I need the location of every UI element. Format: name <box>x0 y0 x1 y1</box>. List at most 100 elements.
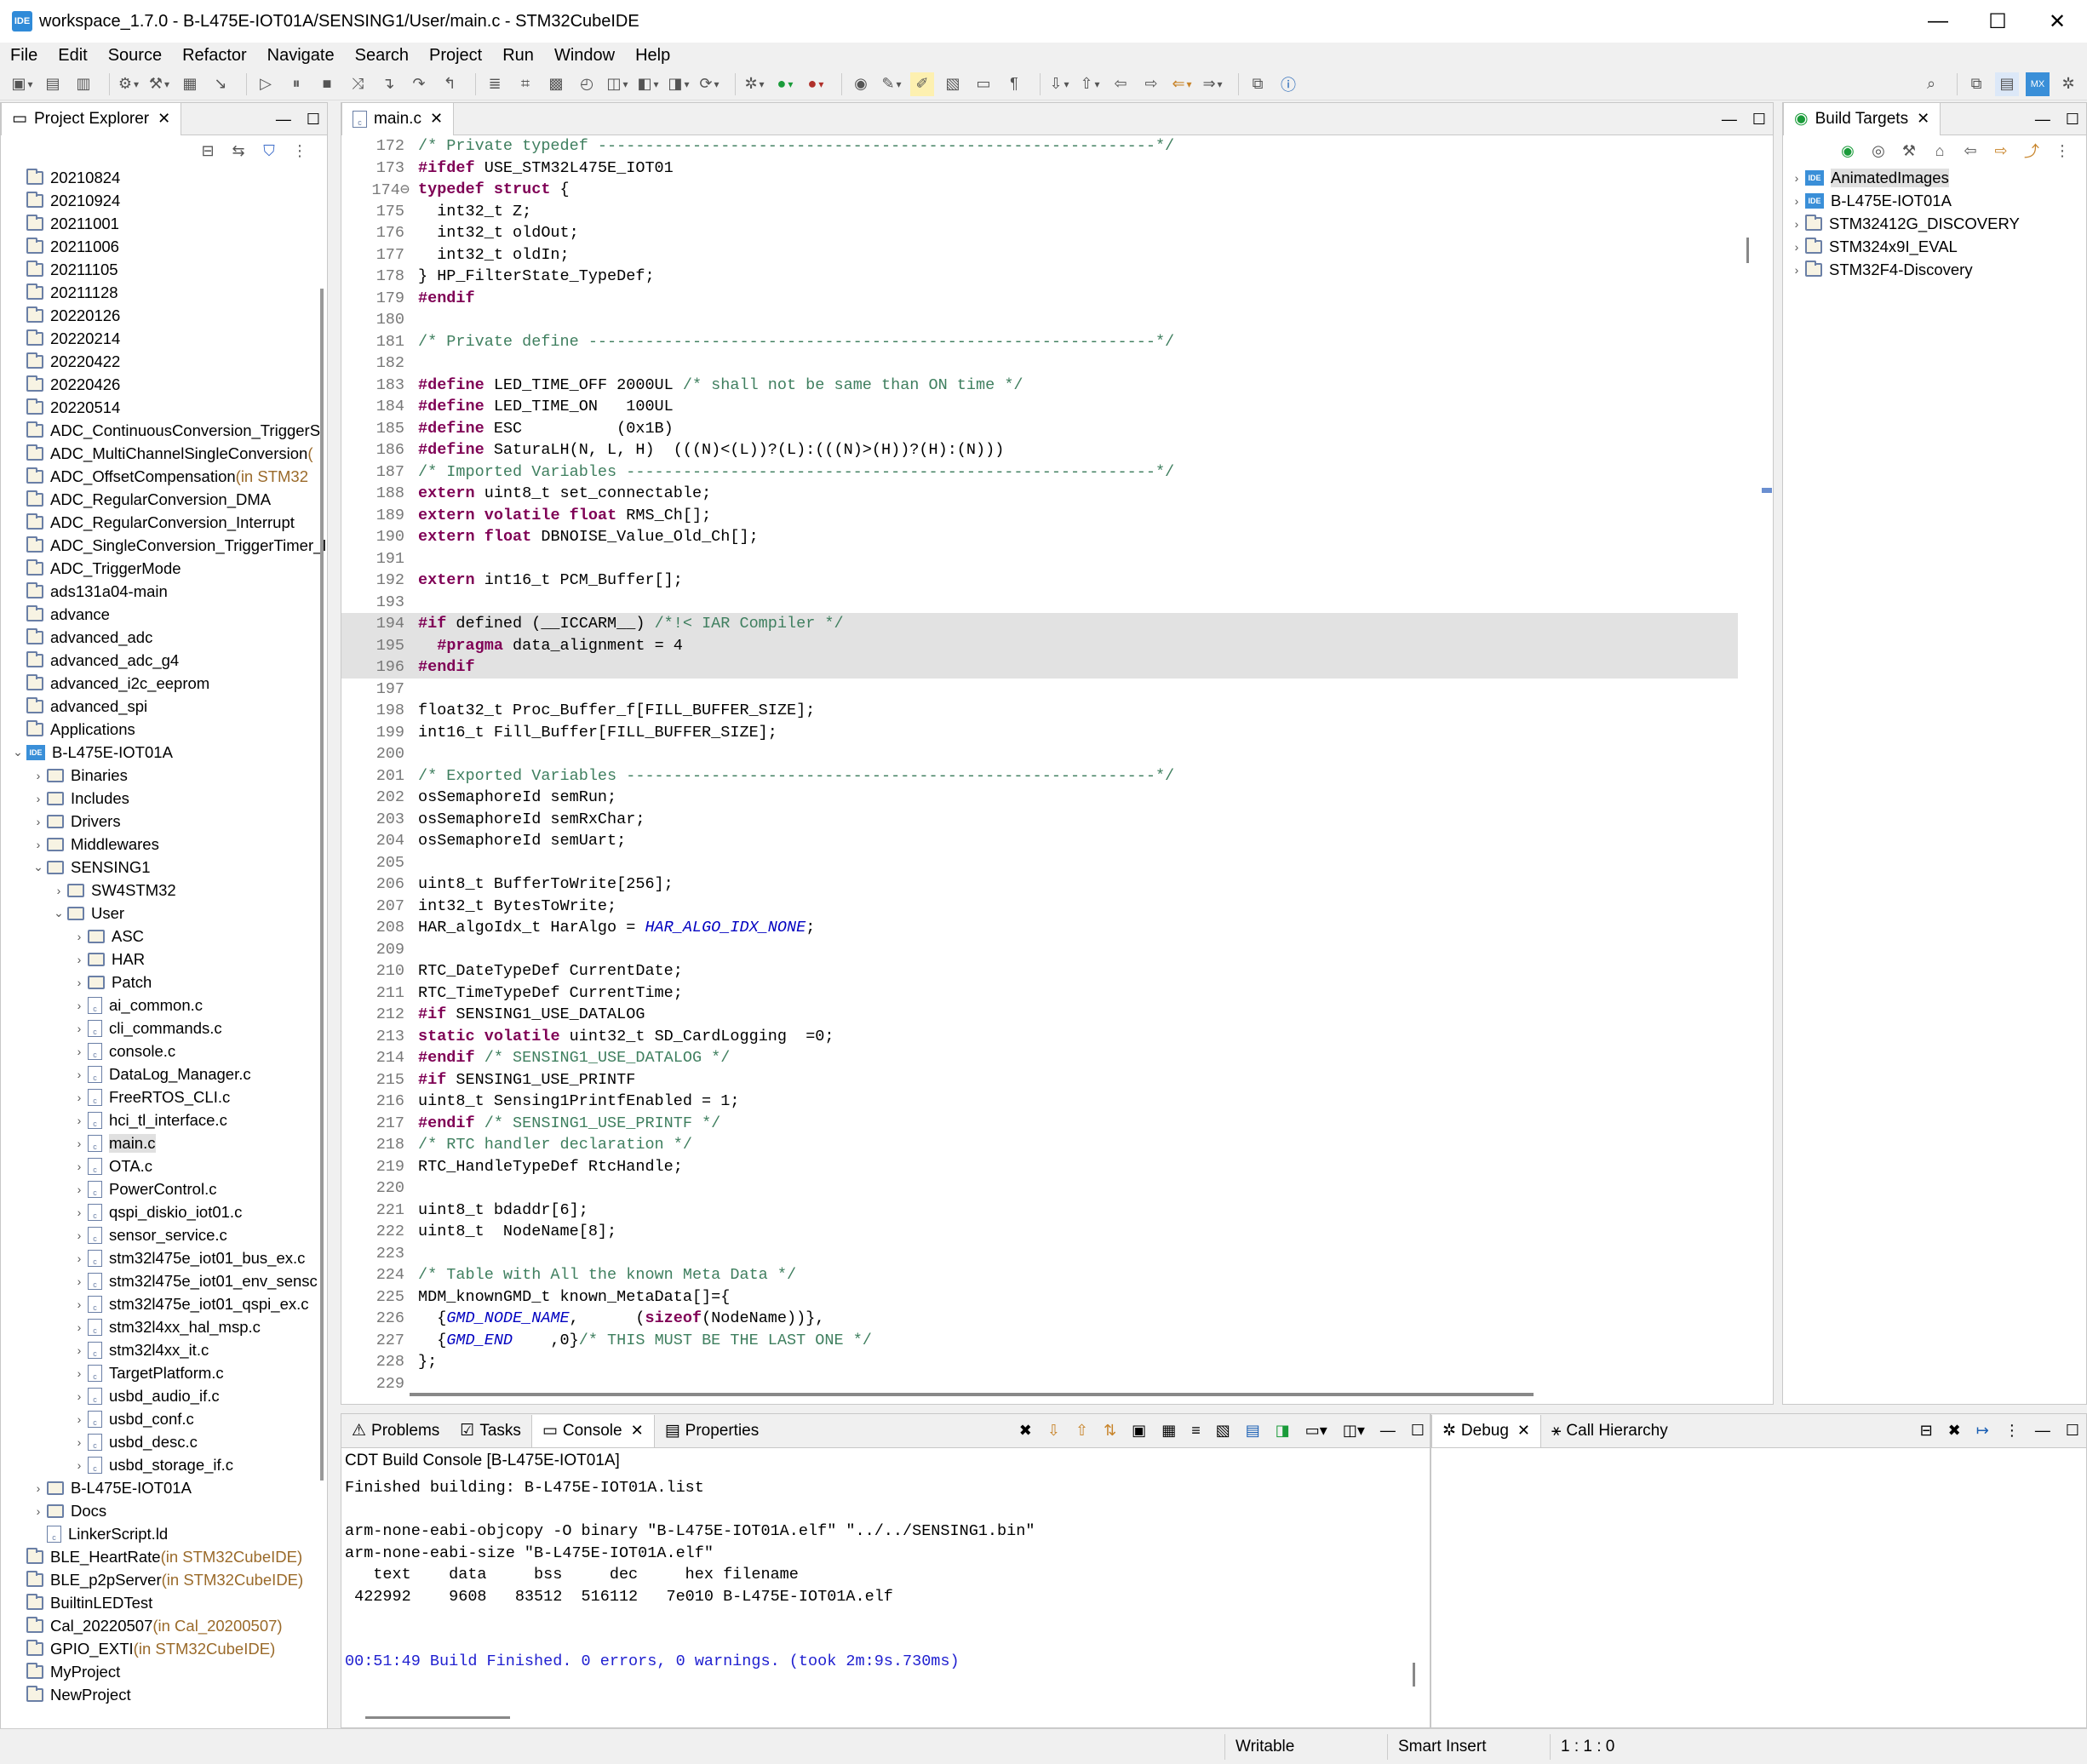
tree-item[interactable]: c LinkerScript.ld <box>9 1522 327 1545</box>
tree-item[interactable]: › c stm32l475e_iot01_bus_ex.c <box>9 1246 327 1269</box>
tab-problems[interactable]: ⚠ Problems <box>341 1415 450 1447</box>
tree-item[interactable]: BLE_HeartRate (in STM32CubeIDE) <box>9 1545 327 1568</box>
back-icon[interactable]: ⇐ <box>1170 72 1194 96</box>
run-icon[interactable]: ● <box>773 72 797 96</box>
tree-item[interactable]: 20220514 <box>9 396 327 419</box>
tree-item[interactable]: BuiltinLEDTest <box>9 1591 327 1614</box>
highlight-icon[interactable]: ✐ <box>910 72 934 96</box>
tree-item[interactable]: 20211105 <box>9 258 327 281</box>
tree-item[interactable]: › Patch <box>9 971 327 994</box>
perspective-debug-icon[interactable]: ✲ <box>2056 72 2080 96</box>
open-perspective-icon[interactable]: ⧉ <box>1246 72 1270 96</box>
tree-item[interactable]: › c cli_commands.c <box>9 1017 327 1040</box>
console-hscrollbar[interactable] <box>365 1716 510 1719</box>
expand-toggle-icon[interactable]: › <box>71 1068 88 1081</box>
tree-item[interactable]: › Includes <box>9 787 327 810</box>
code-line[interactable]: 208 HAR_algoIdx_t HarAlgo = HAR_ALGO_IDX_… <box>341 917 1738 939</box>
code-line[interactable]: 222 uint8_t NodeName[8]; <box>341 1221 1738 1243</box>
tree-item[interactable]: › c usbd_desc.c <box>9 1430 327 1453</box>
code-line[interactable]: 194 #if defined (__ICCARM__) /*!< IAR Com… <box>341 613 1738 635</box>
display-console-icon[interactable]: ▭▾ <box>1305 1422 1327 1440</box>
tree-item[interactable]: › c hci_tl_interface.c <box>9 1108 327 1131</box>
chip-icon[interactable]: ⌗ <box>513 72 537 96</box>
tab-debug[interactable]: ✲ Debug ✕ <box>1431 1414 1542 1447</box>
tree-item[interactable]: › c sensor_service.c <box>9 1223 327 1246</box>
code-line[interactable]: 218 /* RTC handler declaration */ <box>341 1134 1738 1156</box>
build-config-icon[interactable]: ⚙ <box>117 72 140 96</box>
tab-main-c[interactable]: c main.c ✕ <box>341 102 455 135</box>
code-line[interactable]: 192 extern int16_t PCM_Buffer[]; <box>341 570 1738 592</box>
save-icon[interactable]: ▤ <box>41 72 65 96</box>
close-icon[interactable]: ✕ <box>158 110 170 128</box>
perspective-cpp-icon[interactable]: ▤ <box>1995 72 2019 96</box>
clear-console-icon[interactable]: ✖ <box>1019 1422 1032 1440</box>
code-line[interactable]: 177 int32_t oldIn; <box>341 244 1738 266</box>
close-button[interactable]: ✕ <box>2027 0 2087 43</box>
console-output[interactable]: Finished building: B-L475E-IOT01A.list ar… <box>341 1474 1430 1673</box>
expand-toggle-icon[interactable]: › <box>71 953 88 966</box>
tree-item[interactable]: 20220422 <box>9 350 327 373</box>
expand-toggle-icon[interactable]: › <box>50 884 67 897</box>
code-line[interactable]: 207 int32_t BytesToWrite; <box>341 896 1738 918</box>
forward-icon[interactable]: ⇨ <box>1989 139 2013 163</box>
open-console-icon[interactable]: ◫▾ <box>1343 1422 1365 1440</box>
tree-item[interactable]: › B-L475E-IOT01A <box>9 1476 327 1499</box>
expand-toggle-icon[interactable]: › <box>30 769 47 782</box>
view-menu-icon[interactable]: ⋮ <box>2004 1422 2020 1440</box>
expand-toggle-icon[interactable]: ⌄ <box>50 906 67 920</box>
tree-item[interactable]: › Drivers <box>9 810 327 833</box>
expand-toggle-icon[interactable]: › <box>71 1274 88 1288</box>
code-line[interactable]: 200 <box>341 743 1738 765</box>
expand-toggle-icon[interactable]: › <box>71 1206 88 1219</box>
menu-run[interactable]: Run <box>502 46 534 66</box>
expand-toggle-icon[interactable]: › <box>71 1137 88 1150</box>
tree-item[interactable]: › c usbd_audio_if.c <box>9 1384 327 1407</box>
code-line[interactable]: 198 float32_t Proc_Buffer_f[FILL_BUFFER_S… <box>341 700 1738 722</box>
step-into-icon[interactable]: ↴ <box>376 72 400 96</box>
tree-item[interactable]: 20211001 <box>9 212 327 235</box>
tree-item[interactable]: › c usbd_storage_if.c <box>9 1453 327 1476</box>
expand-toggle-icon[interactable]: › <box>71 1412 88 1426</box>
open-type-icon[interactable]: ◧ <box>636 72 660 96</box>
maximize-panel-icon[interactable]: ☐ <box>1752 111 1766 129</box>
build-target-item[interactable]: › STM324x9I_EVAL <box>1788 235 2086 258</box>
build-target-item[interactable]: › IDE B-L475E-IOT01A <box>1788 189 2086 212</box>
collapse-all-icon[interactable]: ⊟ <box>196 139 220 163</box>
scroll-lock-icon[interactable]: ⇅ <box>1104 1422 1116 1440</box>
tree-item[interactable]: › c main.c <box>9 1131 327 1154</box>
code-line[interactable]: 187 /* Imported Variables ---------------… <box>341 461 1738 484</box>
maximize-panel-icon[interactable]: ☐ <box>2066 111 2079 129</box>
tree-item[interactable]: 20210924 <box>9 189 327 212</box>
remove-terminated-icon[interactable]: ✖ <box>1948 1422 1961 1440</box>
new-file-icon[interactable]: ◨ <box>667 72 691 96</box>
expand-toggle-icon[interactable]: › <box>71 999 88 1012</box>
device-icon[interactable]: ▩ <box>544 72 568 96</box>
home-icon[interactable]: ⌂ <box>1928 139 1952 163</box>
code-line[interactable]: 206 uint8_t BufferToWrite[256]; <box>341 873 1738 896</box>
step-return-icon[interactable]: ↰ <box>438 72 462 96</box>
minimize-button[interactable]: — <box>1908 0 1968 43</box>
tree-item[interactable]: › c ai_common.c <box>9 994 327 1017</box>
tree-item[interactable]: ADC_OffsetCompensation (in STM32 <box>9 465 327 488</box>
code-line[interactable]: 205 <box>341 852 1738 874</box>
tree-item[interactable]: ADC_MultiChannelSingleConversion ( <box>9 442 327 465</box>
code-line[interactable]: 196 #endif <box>341 656 1738 679</box>
expand-toggle-icon[interactable]: › <box>30 838 47 851</box>
close-icon[interactable]: ✕ <box>430 110 443 128</box>
code-line[interactable]: 213 static volatile uint32_t SD_CardLoggi… <box>341 1026 1738 1048</box>
copy-icon[interactable]: ▧ <box>1216 1422 1230 1440</box>
tree-item[interactable]: › c stm32l4xx_it.c <box>9 1338 327 1361</box>
tree-item[interactable]: › c OTA.c <box>9 1154 327 1177</box>
tree-item[interactable]: 20220214 <box>9 327 327 350</box>
code-line[interactable]: 216 uint8_t Sensing1PrintfEnabled = 1; <box>341 1091 1738 1113</box>
tree-item[interactable]: › c stm32l4xx_hal_msp.c <box>9 1315 327 1338</box>
code-line[interactable]: 203 osSemaphoreId semRxChar; <box>341 809 1738 831</box>
code-line[interactable]: 226 {GMD_NODE_NAME, (sizeof(NodeName))}, <box>341 1308 1738 1330</box>
build-target-icon[interactable]: ◎ <box>1866 139 1890 163</box>
maximize-button[interactable]: ☐ <box>1968 0 2027 43</box>
close-icon[interactable]: ✕ <box>631 1422 644 1440</box>
tree-item[interactable]: ⌄ SENSING1 <box>9 856 327 879</box>
tree-item[interactable]: › c qspi_diskio_iot01.c <box>9 1200 327 1223</box>
tab-console[interactable]: ▭ Console ✕ <box>530 1414 655 1447</box>
build-target-item[interactable]: › STM32F4-Discovery <box>1788 258 2086 281</box>
